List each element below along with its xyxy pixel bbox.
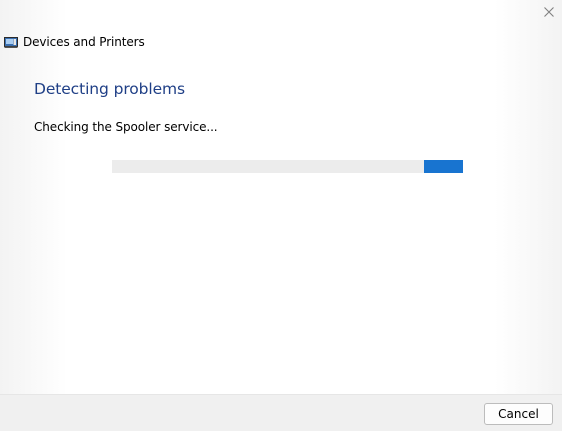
footer-bar	[0, 394, 562, 431]
status-text: Checking the Spooler service...	[34, 120, 218, 134]
window-header: Devices and Printers	[4, 34, 145, 50]
header-title: Devices and Printers	[23, 35, 145, 49]
cancel-button[interactable]: Cancel	[484, 403, 553, 425]
progress-bar	[112, 160, 463, 173]
devices-printers-icon	[4, 35, 23, 49]
progress-indicator	[424, 160, 463, 173]
page-title: Detecting problems	[34, 80, 185, 98]
close-button[interactable]	[536, 0, 562, 24]
close-icon	[543, 6, 555, 18]
troubleshooter-window: Devices and Printers Detecting problems …	[0, 0, 562, 431]
